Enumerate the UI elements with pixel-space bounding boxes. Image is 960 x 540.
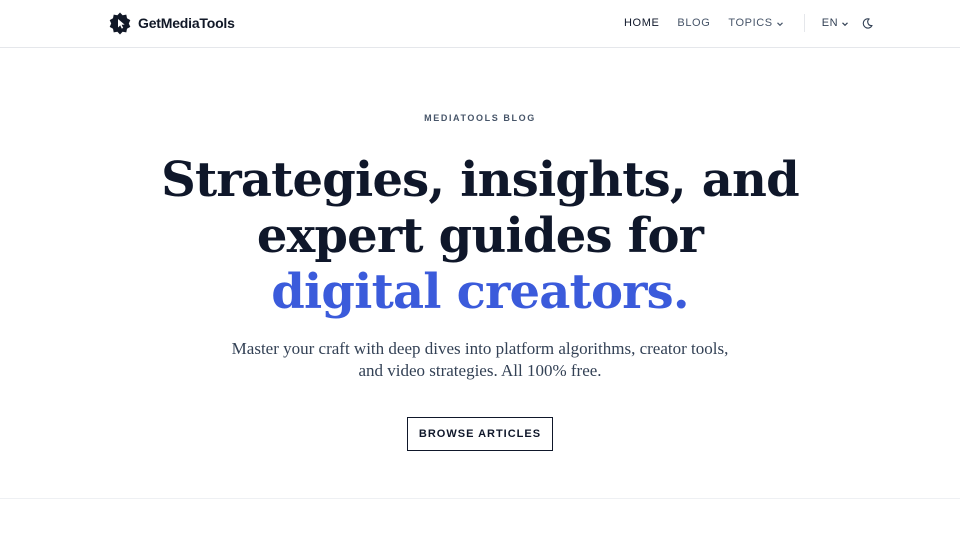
nav-topics-label: TOPICS <box>728 17 773 29</box>
nav-home[interactable]: HOME <box>624 17 659 29</box>
hero-section: MEDIATOOLS BLOG Strategies, insights, an… <box>0 48 960 498</box>
moon-icon[interactable] <box>861 17 874 30</box>
headline-line-2: expert guides for <box>256 208 704 264</box>
main-nav: HOME BLOG TOPICS EN <box>620 0 874 46</box>
nav-topics[interactable]: TOPICS <box>728 17 783 29</box>
hero-headline: Strategies, insights, and expert guides … <box>0 152 960 320</box>
hero-subtitle: Master your craft with deep dives into p… <box>231 339 729 380</box>
language-selector[interactable]: EN <box>822 17 849 29</box>
nav-blog[interactable]: BLOG <box>677 17 710 29</box>
brand-name: GetMediaTools <box>138 15 235 31</box>
logo-icon <box>109 12 131 35</box>
section-divider <box>0 498 960 499</box>
chevron-down-icon <box>842 21 849 26</box>
nav-divider <box>803 14 805 32</box>
headline-accent: digital creators. <box>271 264 689 320</box>
site-header: GetMediaTools HOME BLOG TOPICS EN <box>0 0 960 48</box>
language-label: EN <box>821 17 839 29</box>
chevron-down-icon <box>776 21 783 26</box>
hero-eyebrow: MEDIATOOLS BLOG <box>424 113 536 123</box>
browse-articles-button[interactable]: BROWSE ARTICLES <box>407 417 553 451</box>
headline-line-1: Strategies, insights, and <box>161 152 800 208</box>
brand-link[interactable]: GetMediaTools <box>108 11 235 35</box>
